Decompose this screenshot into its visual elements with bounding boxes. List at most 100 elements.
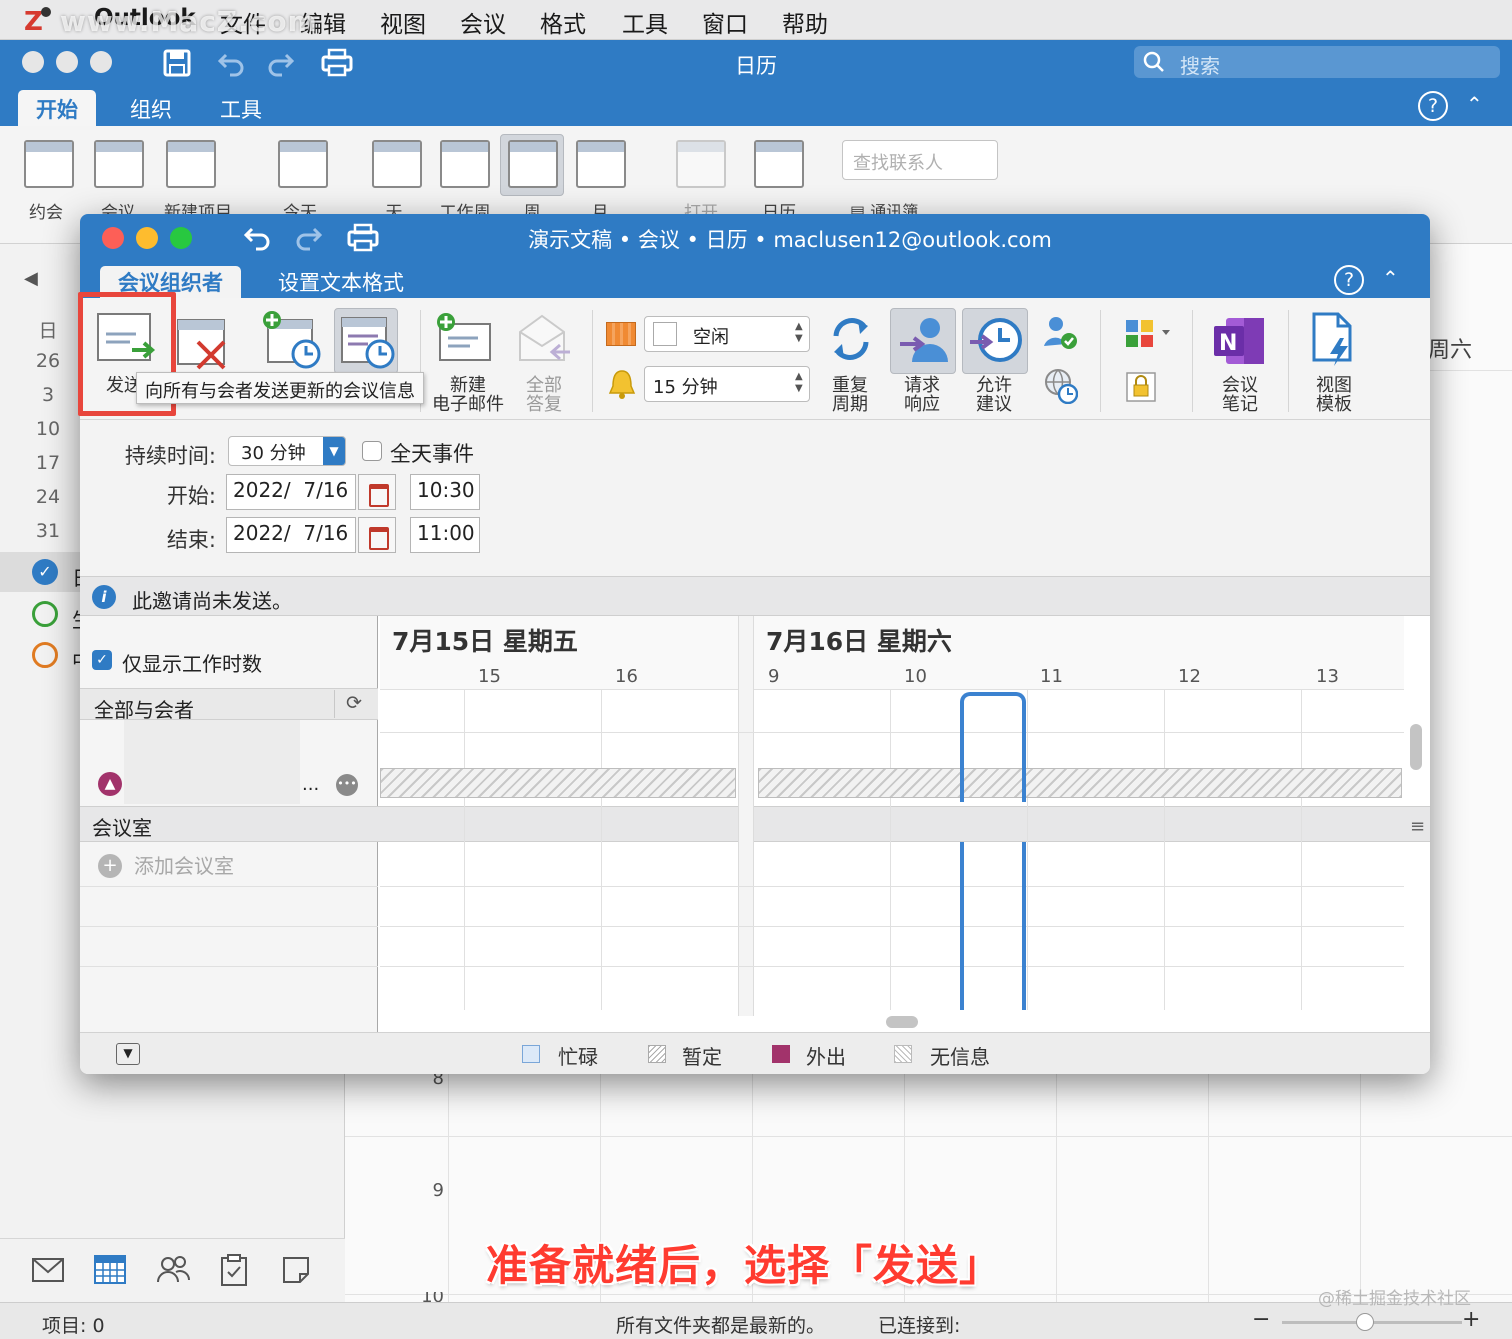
refresh-icon[interactable]: ⟳ (346, 692, 362, 714)
show-as-select[interactable]: 空闲 ▲ ▼ (644, 316, 810, 352)
help-icon[interactable]: ? (1334, 265, 1364, 295)
reply-all-label[interactable]: 全部 答复 (516, 376, 572, 414)
menu-help[interactable]: 帮助 (782, 5, 828, 39)
time-zone-icon[interactable] (1044, 368, 1079, 408)
start-date-picker-icon[interactable] (358, 474, 396, 510)
mini-calendar-date[interactable]: 17 (26, 452, 70, 474)
view-templates-label[interactable]: 视图 模板 (1304, 376, 1364, 414)
request-responses-icon[interactable] (896, 312, 952, 372)
expand-options-icon[interactable]: ▼ (116, 1043, 140, 1065)
end-date-field[interactable]: 2022/ 7/16 (226, 517, 356, 553)
save-icon[interactable] (162, 48, 192, 82)
scheduling-icon[interactable] (338, 312, 398, 376)
zoom-out-icon[interactable]: − (1252, 1307, 1270, 1332)
mini-calendar-date[interactable]: 10 (26, 418, 70, 440)
find-contact-input[interactable]: 查找联系人 (842, 140, 998, 180)
print-icon[interactable] (320, 46, 354, 82)
horizontal-scrollbar[interactable] (886, 1016, 918, 1028)
attendee-check-icon[interactable] (1044, 316, 1078, 354)
calendar-unchecked-icon[interactable] (32, 601, 58, 627)
onenote-icon[interactable]: N (1212, 314, 1266, 372)
appointment-time-icon[interactable] (262, 310, 322, 374)
reply-all-icon[interactable] (516, 312, 572, 372)
apple-logo-icon[interactable]: Z (22, 4, 56, 37)
all-day-checkbox[interactable] (362, 441, 382, 461)
appointment-label[interactable]: 约会 (14, 198, 78, 223)
collapse-ribbon-icon[interactable]: ⌃ (1466, 92, 1483, 116)
menu-view[interactable]: 视图 (380, 5, 426, 39)
tab-format-text[interactable]: 设置文本格式 (260, 266, 422, 298)
menu-meeting[interactable]: 会议 (460, 5, 506, 39)
duration-select[interactable]: 30 分钟 ▼ (228, 436, 346, 466)
mini-calendar-date[interactable]: 24 (26, 486, 70, 508)
undo-icon[interactable] (242, 223, 272, 257)
mini-calendar-date[interactable]: 3 (26, 384, 70, 406)
today-icon[interactable] (278, 140, 328, 188)
main-zoom-button[interactable] (90, 51, 112, 73)
tab-home[interactable]: 开始 (18, 90, 96, 126)
mini-calendar-date[interactable]: 31 (26, 520, 70, 542)
new-item-icon[interactable] (166, 140, 216, 188)
close-button[interactable] (102, 227, 124, 249)
menu-window[interactable]: 窗口 (702, 5, 748, 39)
menu-lines-icon[interactable]: ≡ (1410, 816, 1425, 837)
recurrence-icon[interactable] (828, 314, 874, 368)
private-lock-icon[interactable] (1126, 372, 1156, 406)
main-close-button[interactable] (22, 51, 44, 73)
calendar-permissions-icon[interactable] (754, 140, 804, 188)
reminder-select[interactable]: 15 分钟 ▲ ▼ (644, 366, 810, 402)
start-time-field[interactable]: 10:30 (410, 474, 480, 510)
minimize-button[interactable] (136, 227, 158, 249)
calendar-checked-icon[interactable]: ✓ (32, 559, 58, 585)
redo-icon[interactable] (294, 223, 324, 257)
print-icon[interactable] (346, 221, 380, 257)
undo-icon[interactable] (216, 48, 246, 82)
notes-icon[interactable] (282, 1256, 310, 1288)
main-minimize-button[interactable] (56, 51, 78, 73)
mail-icon[interactable] (32, 1258, 64, 1286)
day-view-icon[interactable] (372, 140, 422, 188)
allow-proposals-icon[interactable] (966, 312, 1024, 372)
calendar-module-icon[interactable] (94, 1254, 126, 1288)
request-responses-label[interactable]: 请求 响应 (892, 376, 952, 414)
meeting-icon[interactable] (94, 140, 144, 188)
end-time-field[interactable]: 11:00 (410, 517, 480, 553)
appointment-icon[interactable] (24, 140, 74, 188)
main-search-input[interactable]: 搜索 (1134, 46, 1500, 78)
menu-tools[interactable]: 工具 (622, 5, 668, 39)
people-icon[interactable] (156, 1254, 190, 1288)
month-view-icon[interactable] (576, 140, 626, 188)
menu-format[interactable]: 格式 (540, 5, 586, 39)
open-calendar-icon[interactable] (676, 140, 726, 188)
add-room-icon[interactable]: + (98, 854, 122, 878)
cancel-meeting-icon[interactable] (176, 316, 232, 376)
allow-proposals-label[interactable]: 允许 建议 (964, 376, 1024, 414)
recurrence-label[interactable]: 重复 周期 (820, 376, 880, 414)
redo-icon[interactable] (266, 48, 296, 82)
categorize-icon[interactable] (1126, 318, 1172, 354)
calendar-unchecked-icon[interactable] (32, 642, 58, 668)
zoom-in-icon[interactable]: + (1462, 1307, 1480, 1332)
week-view-icon[interactable] (508, 140, 558, 188)
prev-month-icon[interactable]: ◀ (24, 268, 38, 289)
meeting-time-selection-edge[interactable] (960, 842, 964, 1010)
tab-organize[interactable]: 组织 (112, 90, 190, 126)
tasks-icon[interactable] (220, 1254, 248, 1290)
collapse-ribbon-icon[interactable]: ⌃ (1382, 266, 1399, 290)
zoom-slider-thumb[interactable] (1356, 1313, 1374, 1331)
new-email-icon[interactable] (434, 312, 496, 368)
zoom-button[interactable] (170, 227, 192, 249)
help-icon[interactable]: ? (1418, 91, 1448, 121)
new-email-label[interactable]: 新建 电子邮件 (426, 376, 510, 414)
work-hours-checkbox[interactable]: ✓ (92, 650, 112, 670)
mini-calendar-date[interactable]: 26 (26, 350, 70, 372)
meeting-time-selection[interactable] (960, 692, 1026, 802)
vertical-scrollbar[interactable] (1410, 724, 1422, 770)
end-date-picker-icon[interactable] (358, 517, 396, 553)
start-date-field[interactable]: 2022/ 7/16 (226, 474, 356, 510)
add-room-button[interactable]: 添加会议室 (134, 850, 234, 879)
tab-tools[interactable]: 工具 (202, 90, 280, 126)
meeting-time-selection-edge[interactable] (1022, 842, 1026, 1010)
view-templates-icon[interactable] (1310, 310, 1358, 372)
work-week-icon[interactable] (440, 140, 490, 188)
